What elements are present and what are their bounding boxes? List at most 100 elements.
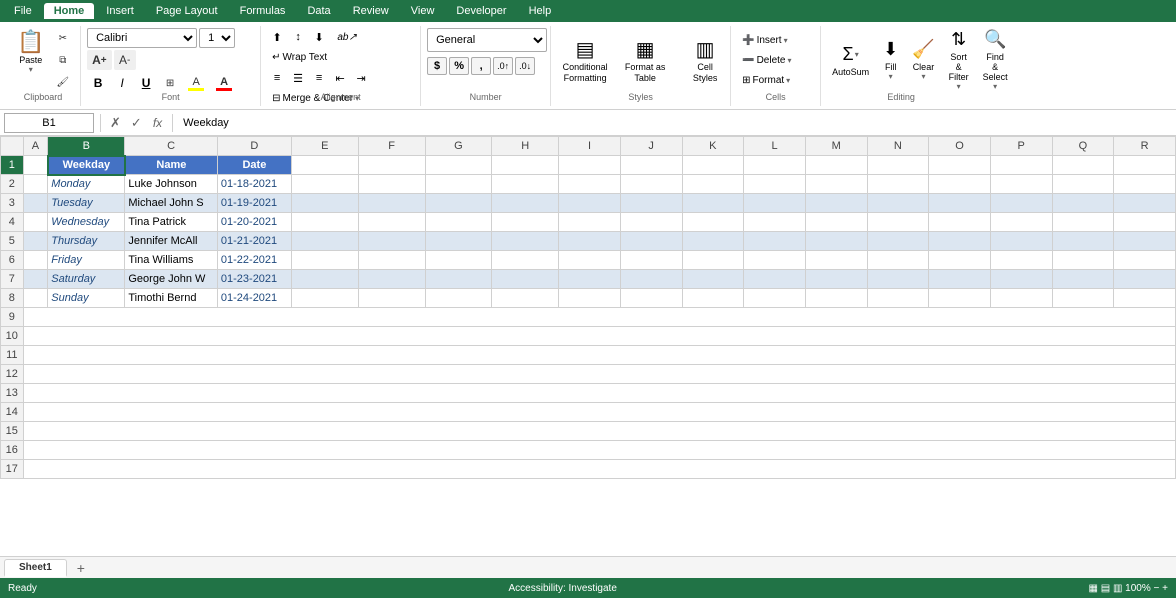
row-header-7[interactable]: 7 xyxy=(1,270,24,289)
col-header-K[interactable]: K xyxy=(682,137,744,156)
increase-font-button[interactable]: A+ xyxy=(87,50,112,70)
cell-I1[interactable] xyxy=(559,156,621,175)
font-color-button[interactable]: A xyxy=(211,73,237,93)
cell-O1[interactable] xyxy=(929,156,991,175)
fx-icon[interactable]: fx xyxy=(149,116,166,130)
cell-L7[interactable] xyxy=(744,270,806,289)
cell-A8[interactable] xyxy=(23,289,48,308)
number-format-select[interactable]: General xyxy=(427,28,547,52)
cell-J2[interactable] xyxy=(620,175,682,194)
align-bottom-button[interactable]: ⬇ xyxy=(309,28,329,46)
cell-P1[interactable] xyxy=(990,156,1052,175)
indent-dec-button[interactable]: ⇤ xyxy=(330,69,350,87)
cell-E3[interactable] xyxy=(291,194,358,213)
col-header-H[interactable]: H xyxy=(492,137,559,156)
cell-G5[interactable] xyxy=(425,232,492,251)
cell-O5[interactable] xyxy=(929,232,991,251)
cell-N4[interactable] xyxy=(867,213,929,232)
cell-D8[interactable]: 01-24-2021 xyxy=(217,289,291,308)
cell-D2[interactable]: 01-18-2021 xyxy=(217,175,291,194)
cell-F8[interactable] xyxy=(358,289,425,308)
col-header-B[interactable]: B xyxy=(48,137,125,156)
format-painter-button[interactable]: 🖌 xyxy=(51,72,74,92)
format-table-button[interactable]: ▦ Format as Table xyxy=(617,33,673,87)
cell-K3[interactable] xyxy=(682,194,744,213)
cell-A7[interactable] xyxy=(23,270,48,289)
cell-R6[interactable] xyxy=(1114,251,1176,270)
cell-E7[interactable] xyxy=(291,270,358,289)
clear-button[interactable]: 🧹 Clear ▾ xyxy=(907,36,939,84)
fill-color-button[interactable]: A xyxy=(183,73,209,93)
decrease-font-button[interactable]: A- xyxy=(114,50,136,70)
increase-decimal-button[interactable]: .0↑ xyxy=(493,57,513,75)
col-header-E[interactable]: E xyxy=(291,137,358,156)
cell-D4[interactable]: 01-20-2021 xyxy=(217,213,291,232)
cell-Q3[interactable] xyxy=(1052,194,1114,213)
cell-I2[interactable] xyxy=(559,175,621,194)
cell-E4[interactable] xyxy=(291,213,358,232)
cell-D3[interactable]: 01-19-2021 xyxy=(217,194,291,213)
cell-P6[interactable] xyxy=(990,251,1052,270)
cell-D7[interactable]: 01-23-2021 xyxy=(217,270,291,289)
col-header-Q[interactable]: Q xyxy=(1052,137,1114,156)
col-header-N[interactable]: N xyxy=(867,137,929,156)
tab-formulas[interactable]: Formulas xyxy=(230,3,296,19)
comma-button[interactable]: , xyxy=(471,57,491,75)
row-header-11[interactable]: 11 xyxy=(1,346,24,365)
cell-C1[interactable]: Name xyxy=(125,156,218,175)
cell-P4[interactable] xyxy=(990,213,1052,232)
row-header-6[interactable]: 6 xyxy=(1,251,24,270)
cell-L1[interactable] xyxy=(744,156,806,175)
cell-N1[interactable] xyxy=(867,156,929,175)
cell-L3[interactable] xyxy=(744,194,806,213)
cell-H5[interactable] xyxy=(492,232,559,251)
delete-button[interactable]: ➖ Delete ▾ xyxy=(737,51,796,69)
cell-N5[interactable] xyxy=(867,232,929,251)
cell-Q5[interactable] xyxy=(1052,232,1114,251)
tab-file[interactable]: File xyxy=(4,3,42,19)
cell-K7[interactable] xyxy=(682,270,744,289)
cell-G1[interactable] xyxy=(425,156,492,175)
cell-M1[interactable] xyxy=(805,156,867,175)
cell-D5[interactable]: 01-21-2021 xyxy=(217,232,291,251)
cell-C2[interactable]: Luke Johnson xyxy=(125,175,218,194)
cell-Q4[interactable] xyxy=(1052,213,1114,232)
cell-A5[interactable] xyxy=(23,232,48,251)
percent-button[interactable]: % xyxy=(449,57,469,75)
cell-Q1[interactable] xyxy=(1052,156,1114,175)
underline-button[interactable]: U xyxy=(135,73,157,93)
cell-Q7[interactable] xyxy=(1052,270,1114,289)
cell-K6[interactable] xyxy=(682,251,744,270)
align-top-button[interactable]: ⬆ xyxy=(267,28,287,46)
row-header-16[interactable]: 16 xyxy=(1,441,24,460)
cell-N3[interactable] xyxy=(867,194,929,213)
row-header-12[interactable]: 12 xyxy=(1,365,24,384)
cell-G6[interactable] xyxy=(425,251,492,270)
cell-E8[interactable] xyxy=(291,289,358,308)
cell-I6[interactable] xyxy=(559,251,621,270)
col-header-D[interactable]: D xyxy=(217,137,291,156)
cell-B5[interactable]: Thursday xyxy=(48,232,125,251)
cell-Q6[interactable] xyxy=(1052,251,1114,270)
cell-G4[interactable] xyxy=(425,213,492,232)
cell-B4[interactable]: Wednesday xyxy=(48,213,125,232)
cell-styles-button[interactable]: ▥ Cell Styles xyxy=(677,33,733,87)
col-header-P[interactable]: P xyxy=(990,137,1052,156)
cell-J5[interactable] xyxy=(620,232,682,251)
cell-F5[interactable] xyxy=(358,232,425,251)
tab-review[interactable]: Review xyxy=(343,3,399,19)
row-header-3[interactable]: 3 xyxy=(1,194,24,213)
col-header-L[interactable]: L xyxy=(744,137,806,156)
cell-F2[interactable] xyxy=(358,175,425,194)
row-header-13[interactable]: 13 xyxy=(1,384,24,403)
cell-K1[interactable] xyxy=(682,156,744,175)
cell-J7[interactable] xyxy=(620,270,682,289)
row-header-15[interactable]: 15 xyxy=(1,422,24,441)
paste-button[interactable]: 📋 Paste ▾ xyxy=(12,28,49,77)
cell-J1[interactable] xyxy=(620,156,682,175)
cell-O3[interactable] xyxy=(929,194,991,213)
cell-G3[interactable] xyxy=(425,194,492,213)
cell-F4[interactable] xyxy=(358,213,425,232)
row-header-17[interactable]: 17 xyxy=(1,460,24,479)
cell-H1[interactable] xyxy=(492,156,559,175)
